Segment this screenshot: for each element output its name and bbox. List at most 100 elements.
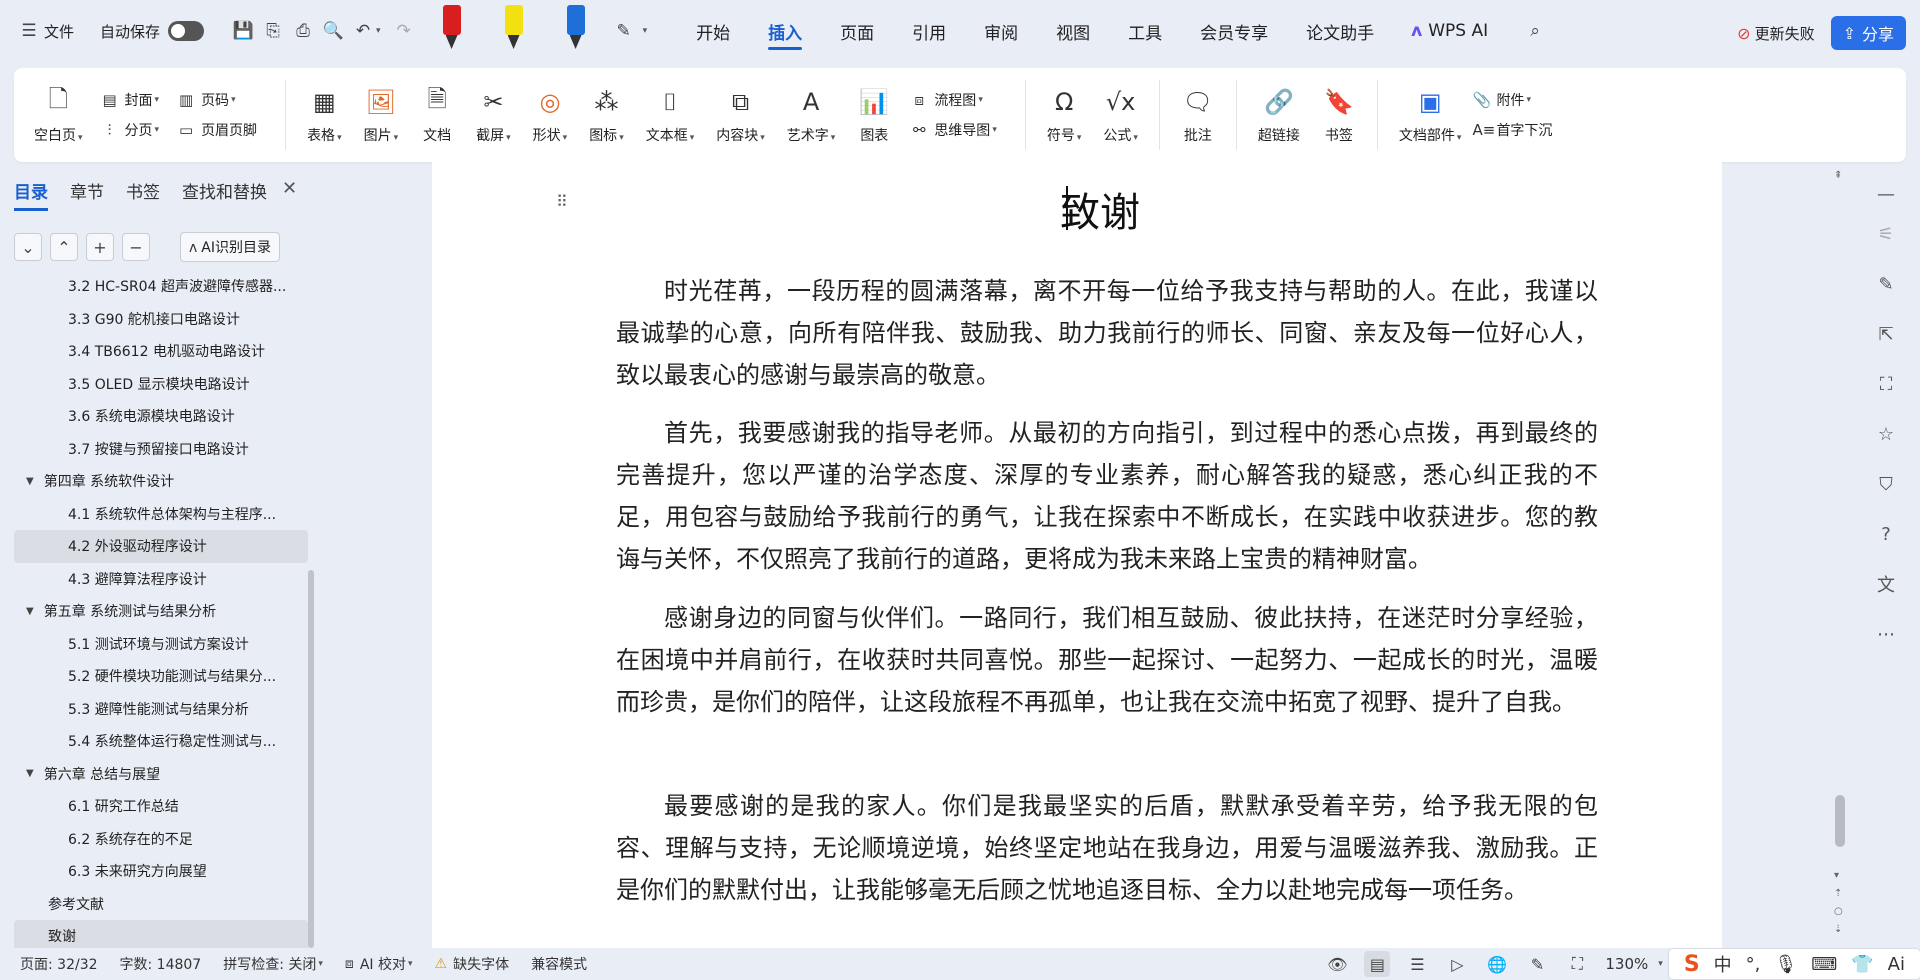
missing-font-button[interactable]: ⚠ 缺失字体: [435, 954, 510, 974]
collapse-down-button[interactable]: ⌄: [14, 233, 42, 261]
pen-settings-icon[interactable]: ✎: [613, 20, 635, 42]
update-fail-button[interactable]: ⊘ 更新失败: [1737, 23, 1814, 44]
toc-item[interactable]: 5.3 避障性能测试与结果分析: [14, 693, 308, 726]
next-page-icon[interactable]: ⇣: [1834, 924, 1842, 935]
shirt-icon[interactable]: ⛉: [1874, 472, 1898, 496]
paragraph[interactable]: 感谢身边的同窗与伙伴们。一路同行，我们相互鼓励、彼此扶持，在迷茫时分享经验，在困…: [616, 597, 1598, 723]
eye-icon[interactable]: 👁: [1324, 951, 1350, 977]
toc-item[interactable]: 3.5 OLED 显示模块电路设计: [14, 368, 308, 401]
search-icon[interactable]: ⌕: [1524, 20, 1546, 42]
toc-item[interactable]: 4.2 外设驱动程序设计: [14, 530, 308, 563]
remove-heading-button[interactable]: −: [122, 233, 150, 261]
toc-item[interactable]: 3.2 HC-SR04 超声波避障传感器...: [14, 270, 308, 303]
tab-view[interactable]: 视图: [1056, 0, 1090, 62]
bookmark-button[interactable]: 🔖 书签: [1322, 85, 1356, 145]
icon-button[interactable]: ⁂ 图标 ▾: [589, 85, 624, 145]
ai-icon[interactable]: Ai: [1888, 954, 1905, 975]
blank-page-button[interactable]: 🗋 空白页 ▾: [34, 85, 83, 145]
play-icon[interactable]: ▷: [1444, 951, 1470, 977]
symbol-button[interactable]: Ω 符号 ▾: [1047, 85, 1082, 145]
red-pen-tool[interactable]: [435, 5, 465, 57]
select-browse-icon[interactable]: ○: [1834, 906, 1843, 917]
tab-find-replace[interactable]: 查找和替换: [182, 178, 267, 203]
toc-item[interactable]: 5.2 硬件模块功能测试与结果分...: [14, 660, 308, 693]
settings-sliders-icon[interactable]: ⚟: [1874, 222, 1898, 246]
page-indicator[interactable]: 页面: 32/32: [20, 954, 98, 974]
cover-button[interactable]: ▤ 封面 ▾: [101, 85, 159, 115]
tab-member[interactable]: 会员专享: [1200, 0, 1268, 62]
drop-cap-button[interactable]: A≡ 首字下沉: [1472, 115, 1552, 145]
toc-item[interactable]: 3.6 系统电源模块电路设计: [14, 400, 308, 433]
tab-review[interactable]: 审阅: [984, 0, 1018, 62]
toc-item[interactable]: 3.4 TB6612 电机驱动电路设计: [14, 335, 308, 368]
doc-parts-button[interactable]: ▣ 文档部件 ▾: [1399, 85, 1462, 145]
scrollbar-thumb[interactable]: [1835, 795, 1845, 847]
toc-item[interactable]: 6.1 研究工作总结: [14, 790, 308, 823]
paragraph[interactable]: 时光荏苒，一段历程的圆满落幕，离不开每一位给予我支持与帮助的人。在此，我谨以最诚…: [616, 270, 1598, 396]
tab-toc[interactable]: 目录: [14, 178, 48, 211]
star-icon[interactable]: ☆: [1874, 422, 1898, 446]
fit-page-icon[interactable]: ⛶: [1564, 951, 1590, 977]
save-icon[interactable]: 💾: [232, 20, 254, 42]
microphone-icon[interactable]: 🎙: [1774, 954, 1797, 975]
web-view-icon[interactable]: 🌐: [1484, 951, 1510, 977]
scroll-top-icon[interactable]: ⇞: [1834, 170, 1842, 181]
ai-toc-button[interactable]: ʌ AI识别目录: [180, 232, 281, 262]
tab-insert[interactable]: 插入: [768, 0, 803, 62]
blue-pen-tool[interactable]: [559, 5, 589, 57]
close-icon[interactable]: ✕: [282, 178, 297, 199]
drag-handle-icon[interactable]: ⠿: [556, 194, 568, 210]
toc-item[interactable]: 4.1 系统软件总体架构与主程序...: [14, 498, 308, 531]
toc-item[interactable]: 致谢: [14, 920, 308, 950]
document-button[interactable]: 🗎 文档: [420, 85, 454, 145]
word-count[interactable]: 字数: 14807: [120, 954, 202, 974]
attachment-button[interactable]: 📎 附件 ▾: [1472, 85, 1531, 115]
prev-page-icon[interactable]: ⇡: [1834, 888, 1842, 899]
print-icon[interactable]: ⎙: [292, 20, 314, 42]
toc-chapter[interactable]: ▼ 第五章 系统测试与结果分析: [14, 595, 308, 628]
pen-icon[interactable]: ✎: [1874, 272, 1898, 296]
redo-icon[interactable]: ↷: [393, 20, 415, 42]
spellcheck-toggle[interactable]: 拼写检查: 关闭 ▾: [223, 954, 323, 974]
expand-triangle-icon[interactable]: ▼: [26, 476, 34, 487]
image-edit-icon[interactable]: ⛶: [1874, 372, 1898, 396]
yellow-highlighter-tool[interactable]: [497, 5, 527, 57]
add-heading-button[interactable]: +: [86, 233, 114, 261]
formula-button[interactable]: √x 公式 ▾: [1103, 85, 1138, 145]
content-block-button[interactable]: ⧉ 内容块 ▾: [716, 85, 765, 145]
toc-chapter[interactable]: ▼ 第四章 系统软件设计: [14, 465, 308, 498]
document-scrollbar[interactable]: ⇞ ▾ ⇡ ○ ⇣: [1832, 170, 1850, 948]
cursor-select-icon[interactable]: ⇱: [1874, 322, 1898, 346]
keyboard-icon[interactable]: ⌨: [1811, 954, 1837, 975]
paragraph[interactable]: 最要感谢的是我的家人。你们是我最坚实的后盾，默默承受着辛劳，给予我无限的包容、理…: [616, 785, 1598, 911]
nav-scrollbar[interactable]: [308, 570, 314, 948]
scroll-down-icon[interactable]: ▾: [1834, 870, 1839, 881]
hyperlink-button[interactable]: 🔗 超链接: [1258, 85, 1300, 145]
outline-view-icon[interactable]: ☰: [1404, 951, 1430, 977]
ai-proofread-button[interactable]: ⧈ AI 校对 ▾: [345, 954, 413, 974]
toc-item[interactable]: 5.1 测试环境与测试方案设计: [14, 628, 308, 661]
collapse-icon[interactable]: —: [1874, 182, 1898, 206]
punctuation-icon[interactable]: °,: [1746, 954, 1761, 975]
wps-ai-button[interactable]: ʌ WPS AI: [1411, 21, 1488, 41]
chart-button[interactable]: 📊 图表: [857, 85, 891, 145]
expand-triangle-icon[interactable]: ▼: [26, 606, 34, 617]
screenshot-button[interactable]: ✂ 截屏 ▾: [476, 85, 511, 145]
pen-dropdown-icon[interactable]: ▾: [643, 26, 648, 36]
ime-language[interactable]: 中: [1714, 951, 1732, 977]
page-break-button[interactable]: ⫶ 分页 ▾: [101, 115, 159, 145]
paragraph[interactable]: 首先，我要感谢我的指导老师。从最初的方向指引，到过程中的悉心点拨，再到最终的完善…: [616, 412, 1598, 580]
toc-item[interactable]: 3.7 按键与预留接口电路设计: [14, 433, 308, 466]
autosave-toggle[interactable]: [168, 21, 205, 41]
translate-icon[interactable]: 文: [1874, 572, 1898, 596]
collapse-up-button[interactable]: ⌃: [50, 233, 78, 261]
tab-start[interactable]: 开始: [696, 0, 730, 62]
mindmap-button[interactable]: ⚯ 思维导图 ▾: [910, 115, 997, 145]
tab-references[interactable]: 引用: [912, 0, 946, 62]
zoom-dropdown-icon[interactable]: ▾: [1658, 959, 1663, 969]
undo-icon[interactable]: ↶: [352, 20, 374, 42]
toc-item[interactable]: 6.2 系统存在的不足: [14, 823, 308, 856]
textbox-button[interactable]: ⌷ 文本框 ▾: [646, 85, 695, 145]
tab-thesis-assistant[interactable]: 论文助手: [1306, 0, 1374, 62]
toc-item[interactable]: 4.3 避障算法程序设计: [14, 563, 308, 596]
